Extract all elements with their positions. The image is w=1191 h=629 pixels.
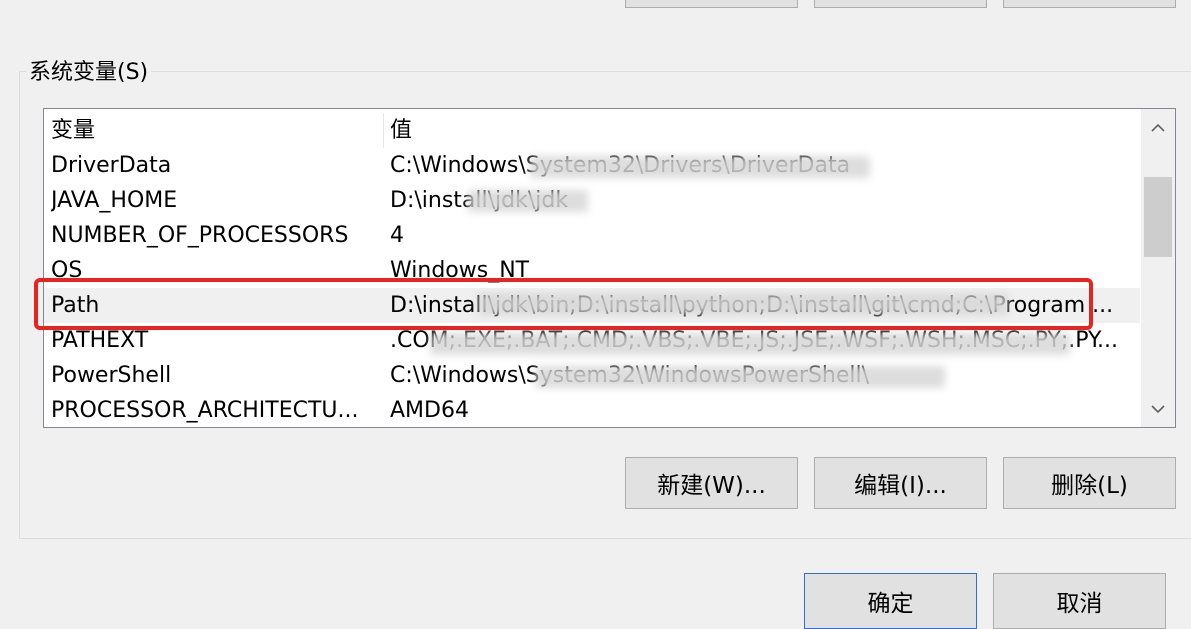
variable-name: PowerShell [51,363,172,388]
ok-button[interactable]: 确定 [804,573,977,629]
edit-button[interactable]: 编辑(I)... [814,457,987,509]
table-row[interactable]: PATHEXT .COM;.EXE;.BAT;.CMD;.VBS;.VBE;.J… [44,323,1140,358]
variable-value: D:\install\jdk\bin;D:\install\python;D:\… [390,293,1114,318]
table-row-selected[interactable]: Path D:\install\jdk\bin;D:\install\pytho… [44,288,1140,323]
variable-name: PATHEXT [51,328,149,353]
table-row[interactable]: OS Windows_NT [44,253,1140,288]
column-divider[interactable] [383,113,384,148]
variable-value: .COM;.EXE;.BAT;.CMD;.VBS;.VBE;.JS;.JSE;.… [390,328,1119,353]
system-variables-title: 系统变量(S) [26,58,152,88]
variable-value: Windows_NT [390,258,530,283]
chevron-up-icon[interactable] [1141,109,1175,145]
top-button-3[interactable] [1003,0,1176,8]
variable-value: C:\Windows\System32\WindowsPowerShell\ [390,363,870,388]
variable-name: Path [51,293,100,318]
table-row[interactable]: PowerShell C:\Windows\System32\WindowsPo… [44,358,1140,393]
top-button-1[interactable] [625,0,798,8]
variable-name: JAVA_HOME [51,188,178,213]
table-row[interactable]: PROCESSOR_ARCHITECTU... AMD64 [44,393,1140,427]
delete-button[interactable]: 删除(L) [1003,457,1176,509]
variable-value: D:\install\jdk\jdk [390,188,569,213]
new-button[interactable]: 新建(W)... [625,457,798,509]
variable-value: AMD64 [390,398,469,423]
column-header-name[interactable]: 变量 [51,113,376,148]
variable-name: DriverData [51,153,172,178]
variable-value: C:\Windows\System32\Drivers\DriverData [390,153,851,178]
table-row[interactable]: NUMBER_OF_PROCESSORS 4 [44,218,1140,253]
cancel-button[interactable]: 取消 [993,573,1166,629]
vertical-scrollbar[interactable] [1141,109,1175,427]
table-row[interactable]: DriverData C:\Windows\System32\Drivers\D… [44,148,1140,183]
variable-name: NUMBER_OF_PROCESSORS [51,223,349,248]
variable-name: OS [51,258,83,283]
chevron-down-icon[interactable] [1141,391,1175,427]
top-button-2[interactable] [814,0,987,8]
variable-value: 4 [390,223,404,248]
column-header-value[interactable]: 值 [390,113,1133,148]
scrollbar-thumb[interactable] [1144,177,1172,257]
table-row[interactable]: JAVA_HOME D:\install\jdk\jdk [44,183,1140,218]
variable-name: PROCESSOR_ARCHITECTU... [51,398,359,423]
system-variables-list[interactable]: 变量 值 DriverData C:\Windows\System32\Driv… [43,108,1176,428]
list-header: 变量 值 [44,113,1140,148]
